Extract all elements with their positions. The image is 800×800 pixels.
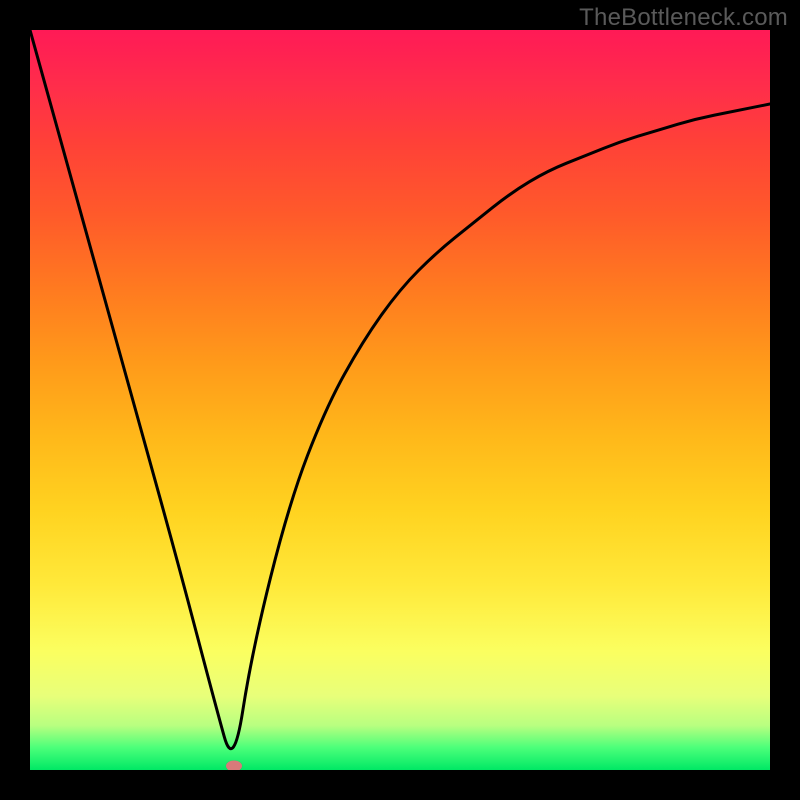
watermark-text: TheBottleneck.com [579,4,788,32]
plot-area [30,30,770,770]
curve-layer [30,30,770,770]
bottleneck-curve [30,30,770,749]
chart-container: TheBottleneck.com [0,0,800,800]
